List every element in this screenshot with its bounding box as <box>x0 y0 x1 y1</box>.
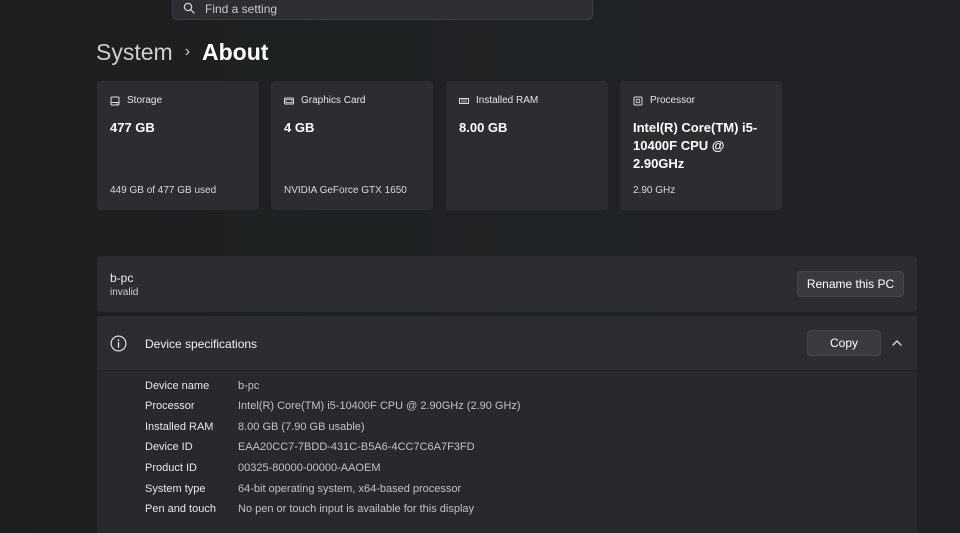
spec-row-processor: Processor Intel(R) Core(TM) i5-10400F CP… <box>145 400 521 416</box>
processor-card-sub: 2.90 GHz <box>633 185 676 196</box>
processor-card-value: Intel(R) Core(TM) i5-10400F CPU @ 2.90GH… <box>633 120 758 171</box>
spec-row-pen-and-touch: Pen and touch No pen or touch input is a… <box>145 503 474 519</box>
breadcrumb-chevron-icon: › <box>184 43 191 60</box>
processor-card-header: Processor <box>633 95 695 106</box>
pc-name-row: b-pc invalid Rename this PC <box>97 256 917 312</box>
spec-label: Product ID <box>145 462 197 474</box>
graphics-card-icon <box>284 97 294 104</box>
graphics-card-card[interactable]: Graphics Card 4 GB NVIDIA GeForce GTX 16… <box>271 81 433 210</box>
search-icon <box>183 2 195 14</box>
spec-value: No pen or touch input is available for t… <box>238 503 475 515</box>
spec-value: EAA20CC7-7BDD-431C-B5A6-4CC7C6A7F3FD <box>238 441 475 453</box>
ram-card-value: 8.00 GB <box>459 120 508 135</box>
spec-value: 64-bit operating system, x64-based proce… <box>238 483 462 495</box>
storage-card-label: Storage <box>127 95 163 106</box>
spec-row-device-name: Device name b-pc <box>145 380 259 396</box>
spec-label: Installed RAM <box>145 421 214 433</box>
spec-value: 8.00 GB (7.90 GB usable) <box>238 421 365 433</box>
spec-row-device-id: Device ID EAA20CC7-7BDD-431C-B5A6-4CC7C6… <box>145 441 475 457</box>
ram-card-header: Installed RAM <box>459 95 538 106</box>
rename-pc-button[interactable]: Rename this PC <box>797 271 904 297</box>
graphics-card-sub: NVIDIA GeForce GTX 1650 <box>284 185 407 196</box>
spec-value: Intel(R) Core(TM) i5-10400F CPU @ 2.90GH… <box>238 400 521 412</box>
search-box[interactable]: Find a setting <box>172 0 593 20</box>
processor-card[interactable]: Processor Intel(R) Core(TM) i5-10400F CP… <box>620 81 782 210</box>
breadcrumb: System › About <box>96 37 268 67</box>
graphics-card-header: Graphics Card <box>284 95 365 106</box>
copy-button[interactable]: Copy <box>807 330 881 356</box>
spec-row-system-type: System type 64-bit operating system, x64… <box>145 483 461 499</box>
device-specifications-title: Device specifications <box>145 337 258 351</box>
spec-label: Device name <box>145 380 210 392</box>
processor-card-label: Processor <box>650 95 696 106</box>
spec-row-product-id: Product ID 00325-80000-00000-AAOEM <box>145 462 380 478</box>
spec-label: Device ID <box>145 441 193 453</box>
spec-value: b-pc <box>238 380 260 392</box>
info-icon <box>110 335 127 352</box>
storage-card-value: 477 GB <box>110 120 155 135</box>
chevron-up-icon[interactable] <box>891 338 903 348</box>
device-specifications-body: Device name b-pc Processor Intel(R) Core… <box>97 371 917 533</box>
storage-icon <box>110 96 120 105</box>
spec-label: Processor <box>145 400 195 412</box>
search-input[interactable]: Find a setting <box>205 2 277 16</box>
graphics-card-label: Graphics Card <box>301 95 366 106</box>
spec-value: 00325-80000-00000-AAOEM <box>238 462 381 474</box>
ram-icon <box>459 97 469 104</box>
graphics-card-value: 4 GB <box>284 120 315 135</box>
spec-label: System type <box>145 483 206 495</box>
spec-label: Pen and touch <box>145 503 216 515</box>
ram-card[interactable]: Installed RAM 8.00 GB <box>446 81 608 210</box>
storage-card[interactable]: Storage 477 GB 449 GB of 477 GB used <box>97 81 259 210</box>
page-title: About <box>202 38 269 65</box>
spec-row-installed-ram: Installed RAM 8.00 GB (7.90 GB usable) <box>145 421 365 437</box>
storage-card-header: Storage <box>110 95 162 106</box>
storage-card-sub: 449 GB of 477 GB used <box>110 185 217 196</box>
device-specifications-header[interactable]: Device specifications Copy <box>97 316 917 371</box>
ram-card-label: Installed RAM <box>476 95 539 106</box>
breadcrumb-system[interactable]: System <box>96 39 173 66</box>
pc-name: b-pc <box>110 271 134 285</box>
processor-icon <box>633 96 643 105</box>
pc-description: invalid <box>110 287 139 298</box>
